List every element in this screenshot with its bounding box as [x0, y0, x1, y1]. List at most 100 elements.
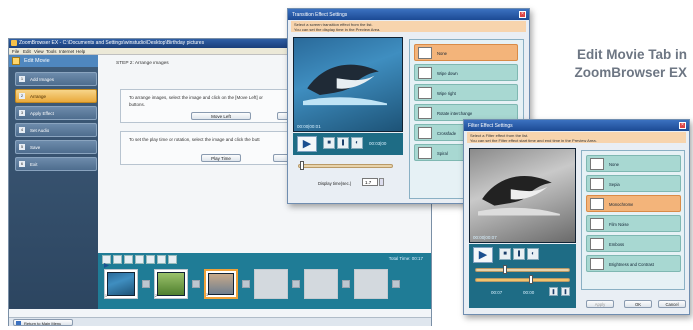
app-icon: [11, 40, 17, 46]
timeline-clip-selected[interactable]: 3: [204, 269, 238, 299]
transition-slot[interactable]: [392, 280, 400, 288]
menu-file[interactable]: File: [12, 49, 19, 54]
rewind-icon[interactable]: ◐: [527, 248, 539, 260]
end-timecode: 00:03|00: [369, 141, 387, 146]
spinner-icon[interactable]: [379, 178, 384, 186]
step-number: 2: [19, 93, 25, 99]
filter-item-film-noise[interactable]: Film Noise: [586, 215, 681, 232]
filter-item-brightness-contrast[interactable]: Brightness and Contrast: [586, 255, 681, 272]
transition-slot[interactable]: [342, 280, 350, 288]
transition-slot[interactable]: [242, 280, 250, 288]
end-slider-handle[interactable]: [529, 275, 533, 284]
sidebar-item-label: Set Audio: [30, 128, 50, 133]
timeline-clip[interactable]: 1: [104, 269, 138, 299]
filter-thumb-icon: [590, 198, 604, 210]
filter-label: Sepia: [609, 182, 620, 187]
return-to-main-menu-button[interactable]: Return to Main Menu: [13, 319, 73, 326]
caption-line-1: Edit Movie Tab in: [576, 47, 687, 62]
menu-edit[interactable]: Edit: [23, 49, 31, 54]
play-icon[interactable]: [102, 255, 111, 268]
filter-icon[interactable]: [135, 255, 144, 264]
sidebar-item-label: Save: [30, 145, 41, 150]
play-button[interactable]: ▶: [297, 136, 317, 152]
start-slider[interactable]: [475, 268, 570, 272]
sidebar-item-set-audio[interactable]: 4 Set Audio: [15, 123, 97, 137]
dialog-title: Transition Effect Settings: [292, 12, 348, 18]
dolphin-image: [302, 64, 387, 106]
menu-view[interactable]: View: [34, 49, 44, 54]
sidebar-item-add-images[interactable]: 1 Add Images: [15, 72, 97, 86]
sidebar-item-exit[interactable]: 6 Exit: [15, 157, 97, 171]
clip-number: 1: [105, 294, 107, 298]
sidebar-item-label: Exit: [30, 162, 38, 167]
settings-icon[interactable]: [168, 255, 177, 264]
filter-item-none[interactable]: None: [586, 155, 681, 172]
dolphin-image: [478, 175, 561, 216]
stop-icon[interactable]: ■: [323, 137, 335, 149]
timeline-empty-slot[interactable]: [254, 269, 288, 299]
transition-slot[interactable]: [192, 280, 200, 288]
caption-line-2: ZoomBrowser EX: [574, 65, 687, 80]
sidebar-item-apply-effect[interactable]: 3 Apply Effect: [15, 106, 97, 120]
cancel-button[interactable]: Cancel: [658, 300, 686, 308]
step-forward-icon[interactable]: ❚: [513, 248, 525, 260]
effect-thumb-icon: [418, 87, 432, 99]
playback-controls: ▶ ■ ❚ ◐ 00:07 00:00 ❚ ❚: [469, 244, 576, 308]
text-icon[interactable]: [146, 255, 155, 264]
sidebar-title: Edit Movie: [24, 58, 50, 64]
menu-internet[interactable]: Internet: [59, 49, 74, 54]
set-start-icon[interactable]: ❚: [549, 287, 558, 296]
effect-label: Wipe right: [437, 91, 456, 96]
move-left-button[interactable]: Move Left: [191, 112, 251, 120]
close-icon[interactable]: ×: [679, 122, 686, 129]
effect-item-none[interactable]: None: [414, 44, 518, 61]
display-time-label: Display time(sec.): [318, 181, 352, 186]
play-time-button[interactable]: Play Time: [201, 154, 241, 162]
ok-button[interactable]: OK: [624, 300, 652, 308]
transition-slot[interactable]: [292, 280, 300, 288]
range-slider[interactable]: [475, 278, 570, 282]
menu-tools[interactable]: Tools: [46, 49, 57, 54]
sidebar-item-label: Apply Effect: [30, 111, 54, 116]
transition-slot[interactable]: [142, 280, 150, 288]
stop-icon[interactable]: ■: [499, 248, 511, 260]
filter-item-monochrome[interactable]: Monochrome: [586, 195, 681, 212]
transition-icon[interactable]: [124, 255, 133, 264]
audio-icon[interactable]: [157, 255, 166, 264]
instruction-line: You can set the Filter effect start time…: [470, 138, 597, 143]
slider-handle[interactable]: [300, 161, 304, 170]
rewind-icon[interactable]: ◐: [351, 137, 363, 149]
step-number: 3: [19, 110, 25, 116]
apply-button[interactable]: Apply: [586, 300, 614, 308]
step-title: STEP 2: Arrange images: [116, 61, 169, 66]
effect-item-wipe-down[interactable]: Wipe down: [414, 64, 518, 81]
start-slider-handle[interactable]: [503, 265, 507, 274]
menu-help[interactable]: Help: [76, 49, 85, 54]
step-number: 6: [19, 161, 25, 167]
step-forward-icon[interactable]: ❚: [337, 137, 349, 149]
sidebar-item-save[interactable]: 5 Save: [15, 140, 97, 154]
sidebar-item-arrange[interactable]: 2 Arrange: [15, 89, 97, 103]
filter-item-sepia[interactable]: Sepia: [586, 175, 681, 192]
preview-timecode: 00:00|00:07: [473, 235, 497, 240]
preview-timecode: 00:00|00:01: [297, 124, 321, 129]
timeline-clip[interactable]: 2: [154, 269, 188, 299]
filter-thumb-icon: [590, 238, 604, 250]
effect-item-wipe-right[interactable]: Wipe right: [414, 84, 518, 101]
timeline-empty-slot[interactable]: [304, 269, 338, 299]
play-button[interactable]: ▶: [473, 247, 493, 263]
filter-thumb-icon: [590, 178, 604, 190]
timeline-empty-slot[interactable]: [354, 269, 388, 299]
close-icon[interactable]: ×: [519, 11, 526, 18]
image-icon[interactable]: [113, 255, 122, 264]
end-time: 00:00: [523, 290, 535, 295]
filter-item-emboss[interactable]: Emboss: [586, 235, 681, 252]
position-slider[interactable]: [298, 164, 393, 168]
effect-thumb-icon: [418, 127, 432, 139]
sidebar-item-label: Arrange: [30, 94, 47, 99]
effect-label: Crossfade: [437, 131, 457, 136]
display-time-input[interactable]: 1.7: [362, 178, 378, 186]
set-end-icon[interactable]: ❚: [561, 287, 570, 296]
filter-label: Emboss: [609, 242, 625, 247]
window-title: ZoomBrowser EX - C:\Documents and Settin…: [19, 40, 205, 46]
